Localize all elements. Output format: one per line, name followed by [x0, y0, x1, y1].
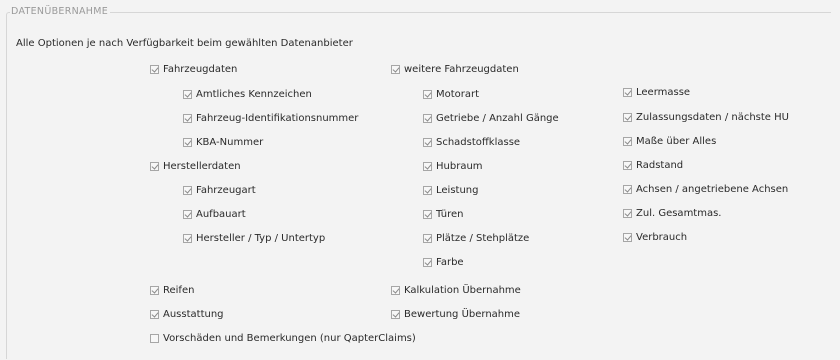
checkbox-box[interactable]: [423, 161, 432, 171]
checkbox-box[interactable]: [623, 232, 632, 242]
section-legend: DATENÜBERNAHME: [10, 6, 111, 17]
checkbox-label: Fahrzeugdaten: [163, 63, 238, 75]
checkbox-bewertung[interactable]: Bewertung Übernahme: [391, 307, 520, 321]
checkbox-leistung[interactable]: Leistung: [423, 183, 478, 197]
checkbox-label: Radstand: [636, 159, 684, 171]
checkbox-label: Kalkulation Übernahme: [404, 284, 521, 296]
checkbox-box[interactable]: [423, 257, 432, 267]
checkbox-label: Leermasse: [636, 86, 691, 98]
checkbox-zul-gesamtmasse[interactable]: Zul. Gesamtmas.: [623, 206, 721, 220]
checkbox-schadstoffklasse[interactable]: Schadstoffklasse: [423, 135, 520, 149]
checkbox-box[interactable]: [391, 309, 400, 319]
checkbox-masse-ueber-alles[interactable]: Maße über Alles: [623, 134, 716, 148]
checkbox-hersteller-typ[interactable]: Hersteller / Typ / Untertyp: [183, 231, 325, 245]
checkbox-motorart[interactable]: Motorart: [423, 87, 479, 101]
checkbox-box[interactable]: [623, 87, 632, 97]
checkbox-kba-nummer[interactable]: KBA-Nummer: [183, 135, 263, 149]
checkbox-label: Hersteller / Typ / Untertyp: [196, 232, 326, 244]
checkbox-hubraum[interactable]: Hubraum: [423, 159, 483, 173]
checkbox-amtliches-kennzeichen[interactable]: Amtliches Kennzeichen: [183, 87, 312, 101]
checkbox-box[interactable]: [423, 185, 432, 195]
checkbox-box[interactable]: [623, 136, 632, 146]
checkbox-label: Getriebe / Anzahl Gänge: [436, 112, 559, 124]
checkbox-vorschaeden[interactable]: Vorschäden und Bemerkungen (nur QapterCl…: [150, 331, 416, 345]
checkbox-farbe[interactable]: Farbe: [423, 255, 464, 269]
checkbox-box[interactable]: [183, 233, 192, 243]
checkbox-plaetze[interactable]: Plätze / Stehplätze: [423, 231, 529, 245]
checkbox-label: Herstellerdaten: [163, 160, 241, 172]
checkbox-label: Hubraum: [436, 160, 483, 172]
checkbox-radstand[interactable]: Radstand: [623, 158, 683, 172]
checkbox-box[interactable]: [150, 333, 159, 343]
checkbox-getriebe[interactable]: Getriebe / Anzahl Gänge: [423, 111, 559, 125]
checkbox-label: Achsen / angetriebene Achsen: [636, 183, 789, 195]
checkbox-label: Amtliches Kennzeichen: [196, 88, 312, 100]
checkbox-box[interactable]: [183, 89, 192, 99]
checkbox-box[interactable]: [423, 113, 432, 123]
checkbox-label: Zul. Gesamtmas.: [636, 207, 722, 219]
checkbox-label: Fahrzeugart: [196, 184, 256, 196]
checkbox-tueren[interactable]: Türen: [423, 207, 463, 221]
checkbox-label: weitere Fahrzeugdaten: [404, 63, 519, 75]
checkbox-label: Türen: [436, 208, 464, 220]
checkbox-box[interactable]: [150, 64, 159, 74]
checkbox-box[interactable]: [183, 113, 192, 123]
checkbox-label: Zulassungsdaten / nächste HU: [636, 111, 789, 123]
checkbox-label: Fahrzeug-Identifikationsnummer: [196, 112, 359, 124]
checkbox-weitere-fahrzeugdaten[interactable]: weitere Fahrzeugdaten: [391, 62, 519, 76]
checkbox-fahrzeugdaten[interactable]: Fahrzeugdaten: [150, 62, 237, 76]
checkbox-box[interactable]: [183, 185, 192, 195]
checkbox-fahrzeugart[interactable]: Fahrzeugart: [183, 183, 256, 197]
checkbox-verbrauch[interactable]: Verbrauch: [623, 230, 687, 244]
checkbox-box[interactable]: [423, 209, 432, 219]
checkbox-achsen[interactable]: Achsen / angetriebene Achsen: [623, 182, 788, 196]
checkbox-box[interactable]: [623, 208, 632, 218]
checkbox-label: Reifen: [163, 284, 195, 296]
checkbox-label: Maße über Alles: [636, 135, 717, 147]
checkbox-label: Vorschäden und Bemerkungen (nur QapterCl…: [163, 332, 416, 344]
checkbox-kalkulation[interactable]: Kalkulation Übernahme: [391, 283, 521, 297]
checkbox-label: Verbrauch: [636, 231, 688, 243]
checkbox-box[interactable]: [391, 64, 400, 74]
checkbox-box[interactable]: [423, 233, 432, 243]
checkbox-box[interactable]: [183, 137, 192, 147]
checkbox-box[interactable]: [423, 89, 432, 99]
checkbox-box[interactable]: [150, 309, 159, 319]
checkbox-label: Plätze / Stehplätze: [436, 232, 530, 244]
checkbox-box[interactable]: [623, 184, 632, 194]
checkbox-box[interactable]: [623, 112, 632, 122]
checkbox-box[interactable]: [423, 137, 432, 147]
checkbox-label: Aufbauart: [196, 208, 246, 220]
checkbox-box[interactable]: [150, 285, 159, 295]
checkbox-box[interactable]: [391, 285, 400, 295]
checkbox-box[interactable]: [623, 160, 632, 170]
checkbox-reifen[interactable]: Reifen: [150, 283, 194, 297]
checkbox-leermasse[interactable]: Leermasse: [623, 85, 690, 99]
checkbox-label: Ausstattung: [163, 308, 224, 320]
checkbox-box[interactable]: [150, 161, 159, 171]
checkbox-herstellerdaten[interactable]: Herstellerdaten: [150, 159, 241, 173]
checkbox-zulassungsdaten[interactable]: Zulassungsdaten / nächste HU: [623, 110, 789, 124]
checkbox-label: Motorart: [436, 88, 480, 100]
checkbox-label: Schadstoffklasse: [436, 136, 521, 148]
intro-text: Alle Optionen je nach Verfügbarkeit beim…: [16, 38, 353, 49]
checkbox-label: KBA-Nummer: [196, 136, 264, 148]
checkbox-ausstattung[interactable]: Ausstattung: [150, 307, 224, 321]
checkbox-label: Farbe: [436, 256, 464, 268]
checkbox-label: Leistung: [436, 184, 479, 196]
checkbox-label: Bewertung Übernahme: [404, 308, 521, 320]
checkbox-fin[interactable]: Fahrzeug-Identifikationsnummer: [183, 111, 358, 125]
checkbox-box[interactable]: [183, 209, 192, 219]
checkbox-aufbauart[interactable]: Aufbauart: [183, 207, 246, 221]
